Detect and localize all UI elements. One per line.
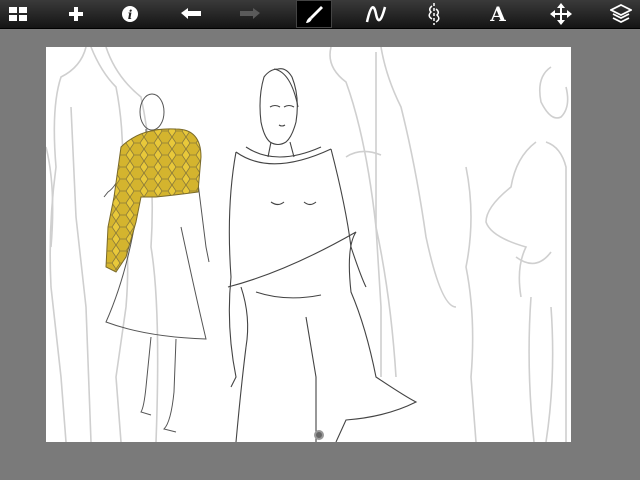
add-icon [69,7,83,21]
yellow-textured-wrap [105,128,202,273]
toolbar: i A [0,0,640,29]
drawing-canvas[interactable] [46,47,571,442]
symmetry-button[interactable] [416,0,452,28]
layers-icon [610,4,632,24]
redo-button[interactable] [232,0,268,28]
undo-button[interactable] [173,0,209,28]
move-icon [550,3,572,25]
add-button[interactable] [58,0,94,28]
layer-handle[interactable] [314,430,324,440]
brush-icon [306,6,323,23]
svg-text:i: i [128,8,133,22]
gallery-button[interactable] [0,0,36,28]
curve-button[interactable] [358,0,394,28]
text-icon: A [490,2,506,26]
center-figure-sketch [227,68,418,442]
brush-button[interactable] [296,0,332,28]
gallery-icon [9,7,27,21]
redo-icon [240,8,260,19]
undo-icon [181,8,201,19]
sketch-drawing [46,47,569,442]
info-button[interactable]: i [112,0,148,28]
move-button[interactable] [543,0,579,28]
curve-icon [365,6,387,23]
symmetry-icon [428,3,440,25]
text-button[interactable]: A [480,0,516,28]
info-icon: i [122,6,138,22]
layers-button[interactable] [603,0,639,28]
